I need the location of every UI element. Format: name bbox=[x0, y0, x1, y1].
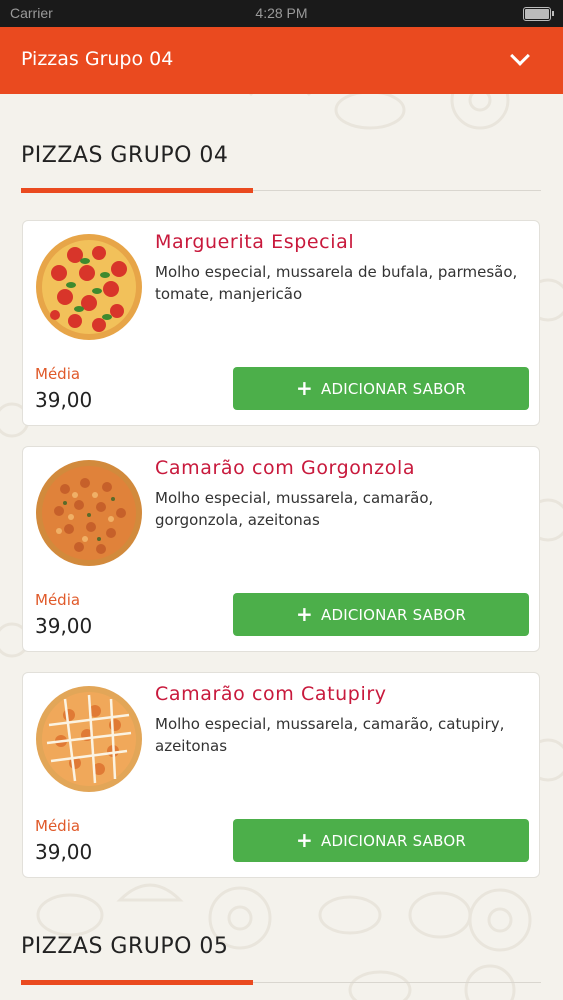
plus-icon: + bbox=[296, 375, 314, 400]
section-title: PIZZAS GRUPO 05 bbox=[21, 934, 229, 959]
add-flavor-label: ADICIONAR SABOR bbox=[321, 831, 466, 850]
product-name: Marguerita Especial bbox=[155, 231, 355, 253]
add-flavor-button[interactable]: + ADICIONAR SABOR bbox=[233, 367, 529, 410]
plus-icon: + bbox=[296, 827, 314, 852]
add-flavor-button[interactable]: + ADICIONAR SABOR bbox=[233, 819, 529, 862]
size-label: Média bbox=[35, 365, 81, 383]
product-price: 39,00 bbox=[35, 614, 93, 638]
size-label: Média bbox=[35, 817, 81, 835]
product-name: Camarão com Catupiry bbox=[155, 683, 387, 705]
category-title: Pizzas Grupo 04 bbox=[21, 48, 174, 70]
product-description: Molho especial, mussarela, camarão, catu… bbox=[155, 715, 505, 755]
clock: 4:28 PM bbox=[255, 5, 308, 21]
product-price: 39,00 bbox=[35, 840, 93, 864]
product-card: Camarão com Catupiry Molho especial, mus… bbox=[22, 672, 540, 878]
marguerita-pizza-image bbox=[36, 234, 142, 340]
add-flavor-label: ADICIONAR SABOR bbox=[321, 379, 466, 398]
product-description: Molho especial, mussarela, camarão, gorg… bbox=[155, 489, 434, 529]
size-label: Média bbox=[35, 591, 81, 609]
status-bar: Carrier 4:28 PM bbox=[0, 0, 563, 27]
add-flavor-button[interactable]: + ADICIONAR SABOR bbox=[233, 593, 529, 636]
shrimp-gorgonzola-pizza-image bbox=[36, 460, 142, 566]
shrimp-catupiry-pizza-image bbox=[36, 686, 142, 792]
product-card: Camarão com Gorgonzola Molho especial, m… bbox=[22, 446, 540, 652]
section-divider bbox=[21, 188, 541, 193]
product-name: Camarão com Gorgonzola bbox=[155, 457, 416, 479]
add-flavor-label: ADICIONAR SABOR bbox=[321, 605, 466, 624]
plus-icon: + bbox=[296, 601, 314, 626]
product-price: 39,00 bbox=[35, 388, 93, 412]
product-card: Marguerita Especial Molho especial, muss… bbox=[22, 220, 540, 426]
section-divider-accent bbox=[21, 980, 253, 985]
chevron-down-icon[interactable] bbox=[510, 46, 530, 66]
section-divider bbox=[21, 980, 541, 985]
battery-icon bbox=[523, 7, 554, 21]
product-description: Molho especial, mussarela de bufala, par… bbox=[155, 263, 518, 303]
section-title: PIZZAS GRUPO 04 bbox=[21, 143, 229, 168]
section-divider-accent bbox=[21, 188, 253, 193]
category-header[interactable]: Pizzas Grupo 04 bbox=[0, 27, 563, 94]
